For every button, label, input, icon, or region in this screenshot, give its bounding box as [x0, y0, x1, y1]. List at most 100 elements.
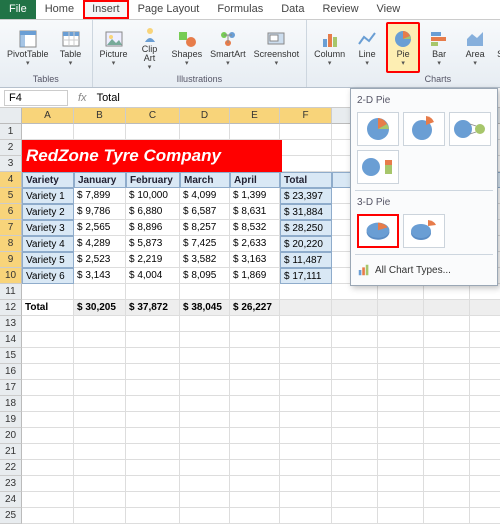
cell[interactable]: Variety 4: [22, 236, 74, 252]
cell[interactable]: [424, 348, 470, 364]
all-chart-types-link[interactable]: All Chart Types...: [355, 259, 493, 281]
cell[interactable]: [22, 492, 74, 508]
cell[interactable]: [332, 476, 378, 492]
cell[interactable]: $ 8,532: [230, 220, 280, 236]
cell[interactable]: [180, 380, 230, 396]
row-header-13[interactable]: 13: [0, 316, 22, 332]
cell[interactable]: [332, 300, 378, 316]
cell[interactable]: [280, 380, 332, 396]
cell[interactable]: [332, 492, 378, 508]
cell[interactable]: [230, 124, 280, 140]
cell[interactable]: [470, 316, 500, 332]
cell[interactable]: [424, 412, 470, 428]
row-header-25[interactable]: 25: [0, 508, 22, 524]
cell[interactable]: [470, 428, 500, 444]
bar-button[interactable]: Bar▾: [422, 22, 456, 73]
cell[interactable]: [22, 364, 74, 380]
cell[interactable]: [470, 364, 500, 380]
cell[interactable]: [230, 380, 280, 396]
row-header-22[interactable]: 22: [0, 460, 22, 476]
cell[interactable]: $ 1,869: [230, 268, 280, 284]
tab-data[interactable]: Data: [272, 0, 313, 19]
cell[interactable]: [180, 428, 230, 444]
tab-formulas[interactable]: Formulas: [208, 0, 272, 19]
pie-3d-basic[interactable]: [357, 214, 399, 248]
cell[interactable]: [332, 460, 378, 476]
cell[interactable]: [470, 396, 500, 412]
cell[interactable]: [230, 444, 280, 460]
cell[interactable]: [22, 508, 74, 524]
cell[interactable]: [74, 476, 126, 492]
cell[interactable]: [180, 412, 230, 428]
bar-of-pie[interactable]: [357, 150, 399, 184]
cell[interactable]: $ 37,872: [126, 300, 180, 316]
cell[interactable]: [22, 284, 74, 300]
cell[interactable]: [230, 332, 280, 348]
pivottable-button[interactable]: PivotTable▾: [4, 22, 52, 73]
cell[interactable]: Total: [280, 172, 332, 188]
cell[interactable]: $ 11,487: [280, 252, 332, 268]
cell[interactable]: [180, 476, 230, 492]
cell[interactable]: [470, 284, 500, 300]
cell[interactable]: $ 2,523: [74, 252, 126, 268]
cell[interactable]: [332, 316, 378, 332]
cell[interactable]: [280, 284, 332, 300]
cell[interactable]: [126, 508, 180, 524]
tab-insert[interactable]: Insert: [83, 0, 129, 19]
cell[interactable]: $ 3,143: [74, 268, 126, 284]
cell[interactable]: [230, 412, 280, 428]
line-button[interactable]: Line▾: [350, 22, 384, 73]
cell[interactable]: $ 4,289: [74, 236, 126, 252]
cell[interactable]: [378, 364, 424, 380]
cell[interactable]: [230, 348, 280, 364]
cell[interactable]: April: [230, 172, 280, 188]
row-header-24[interactable]: 24: [0, 492, 22, 508]
cell[interactable]: $ 20,220: [280, 236, 332, 252]
cell[interactable]: [470, 348, 500, 364]
cell[interactable]: [180, 444, 230, 460]
cell[interactable]: [126, 380, 180, 396]
cell[interactable]: [230, 396, 280, 412]
cell[interactable]: [332, 348, 378, 364]
select-all-corner[interactable]: [0, 108, 22, 124]
cell[interactable]: [74, 332, 126, 348]
cell[interactable]: [74, 316, 126, 332]
cell[interactable]: [378, 396, 424, 412]
smartart-button[interactable]: SmartArt▾: [207, 22, 249, 73]
cell[interactable]: [280, 124, 332, 140]
cell[interactable]: [22, 332, 74, 348]
cell[interactable]: [280, 156, 332, 172]
cell[interactable]: [470, 460, 500, 476]
cell[interactable]: $ 17,111: [280, 268, 332, 284]
cell[interactable]: [424, 508, 470, 524]
cell[interactable]: $ 28,250: [280, 220, 332, 236]
cell[interactable]: $ 26,227: [230, 300, 280, 316]
cell[interactable]: [126, 444, 180, 460]
cell[interactable]: [332, 396, 378, 412]
cell[interactable]: [280, 348, 332, 364]
pie-of-pie[interactable]: [449, 112, 491, 146]
cell[interactable]: [378, 332, 424, 348]
pie-3d-exploded[interactable]: [403, 214, 445, 248]
cell[interactable]: $ 4,099: [180, 188, 230, 204]
cell[interactable]: [424, 396, 470, 412]
cell[interactable]: [332, 284, 378, 300]
cell[interactable]: [230, 316, 280, 332]
cell[interactable]: [126, 476, 180, 492]
cell[interactable]: [280, 316, 332, 332]
pie-button[interactable]: Pie▾: [386, 22, 420, 73]
cell[interactable]: $ 2,633: [230, 236, 280, 252]
cell[interactable]: [378, 492, 424, 508]
cell[interactable]: [470, 492, 500, 508]
cell[interactable]: $ 10,000: [126, 188, 180, 204]
row-header-21[interactable]: 21: [0, 444, 22, 460]
screenshot-button[interactable]: Screenshot▾: [251, 22, 303, 73]
tab-page-layout[interactable]: Page Layout: [129, 0, 209, 19]
cell[interactable]: [378, 444, 424, 460]
cell[interactable]: [22, 476, 74, 492]
cell[interactable]: [280, 476, 332, 492]
cell[interactable]: [126, 412, 180, 428]
cell[interactable]: [332, 412, 378, 428]
row-header-17[interactable]: 17: [0, 380, 22, 396]
cell[interactable]: [470, 444, 500, 460]
